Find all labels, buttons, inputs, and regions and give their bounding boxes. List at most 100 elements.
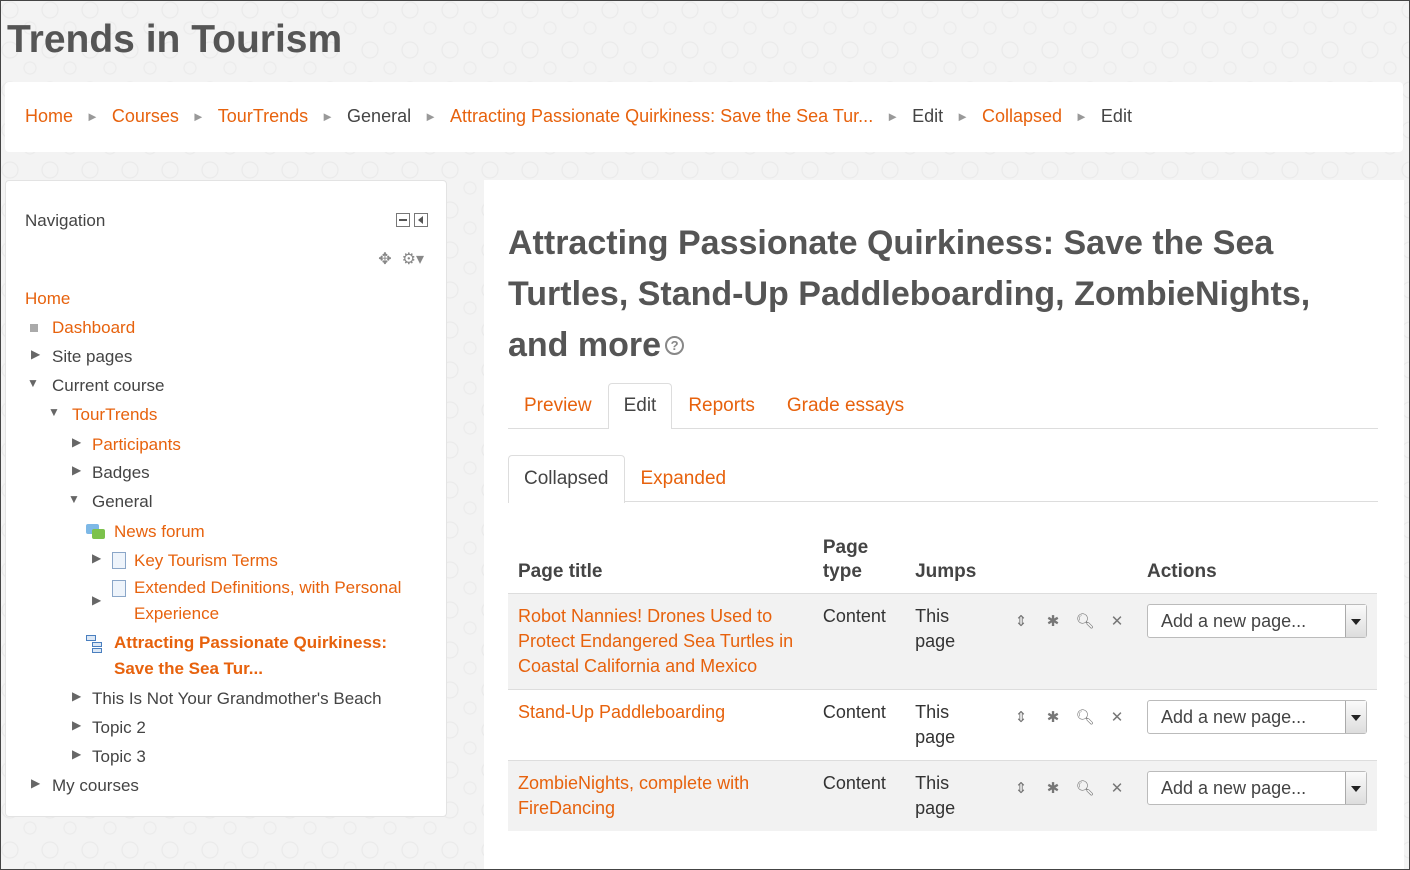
nav-item-general[interactable]: ▼ General [68,492,152,512]
expand-arrow-icon[interactable]: ▶ [31,347,52,361]
expand-arrow-icon[interactable]: ▶ [92,593,112,607]
collapse-arrow-icon[interactable]: ▼ [68,492,92,506]
page-title-link[interactable]: Robot Nannies! Drones Used to [518,606,772,626]
breadcrumb-general: General [347,106,412,126]
expand-arrow-icon[interactable]: ▶ [31,776,52,790]
expand-arrow-icon[interactable]: ▶ [72,463,92,477]
add-page-select[interactable]: Add a new page... [1147,700,1367,734]
nav-item-grandmothers-beach[interactable]: ▶ This Is Not Your Grandmother's Beach [72,689,382,709]
nav-item-participants[interactable]: ▶ Participants [72,435,181,455]
tab-expanded[interactable]: Expanded [625,455,743,502]
nav-item-site-pages[interactable]: ▶ Site pages [31,347,132,367]
dock-block-icon[interactable] [414,213,428,227]
table-row: ZombieNights, complete with FireDancing … [508,760,1377,832]
gear-menu-icon[interactable]: ⚙▾ [402,249,424,269]
settings-icon[interactable]: ✱ [1043,705,1063,730]
breadcrumb-tourtrends[interactable]: TourTrends [218,106,308,127]
page-title-link[interactable]: ZombieNights, complete with [518,773,749,793]
breadcrumb-separator-icon: ► [886,109,900,124]
minimize-block-icon[interactable] [396,213,410,227]
page-title-link[interactable]: Stand-Up Paddleboarding [518,702,725,722]
breadcrumb-lesson[interactable]: Attracting Passionate Quirkiness: Save t… [450,106,873,127]
preview-icon[interactable]: 🔍︎ [1075,776,1095,801]
move-page-icon[interactable]: ⇕ [1011,776,1031,801]
glossary-icon [112,580,126,597]
page-type-cell: Content [822,702,886,722]
breadcrumb-separator-icon: ► [191,109,205,124]
breadcrumb-separator-icon: ► [424,109,437,124]
tab-edit[interactable]: Edit [607,383,673,429]
jumps-cell: This page [915,773,956,818]
collapse-arrow-icon[interactable]: ▼ [27,376,52,390]
dropdown-arrow-icon[interactable] [1345,772,1366,804]
tab-preview[interactable]: Preview [508,383,608,428]
tab-collapsed[interactable]: Collapsed [508,455,625,503]
page-title-link[interactable]: Protect Endangered Sea Turtles in [518,631,793,651]
nav-item-key-terms[interactable]: ▶ Key Tourism Terms [92,551,278,571]
tab-grade-essays[interactable]: Grade essays [771,383,920,428]
move-page-icon[interactable]: ⇕ [1011,609,1031,634]
tab-reports[interactable]: Reports [672,383,771,428]
table-row: Stand-Up Paddleboarding Content This page… [508,689,1377,761]
help-icon[interactable]: ? [665,335,685,355]
page-title-link[interactable]: FireDancing [518,798,615,818]
pages-table: Page title Page type Jumps Actions Robot … [508,532,1377,831]
move-icon[interactable]: ✥ [378,249,391,269]
nav-item-tourtrends[interactable]: ▼ TourTrends [48,405,157,425]
breadcrumb-bar: Home ► Courses ► TourTrends ► General ► … [5,82,1403,152]
move-page-icon[interactable]: ⇕ [1011,705,1031,730]
delete-icon[interactable]: ✕ [1107,776,1127,801]
expand-arrow-icon[interactable]: ▶ [72,689,92,703]
table-row: Robot Nannies! Drones Used to Protect En… [508,593,1377,690]
navigation-block: Navigation ✥ ⚙▾ Home Dashboard ▶ Site pag… [5,180,447,817]
nav-item-home[interactable]: Home [25,289,70,309]
dropdown-arrow-icon[interactable] [1345,605,1366,637]
nav-item-topic-3[interactable]: ▶ Topic 3 [72,747,146,767]
site-title: Trends in Tourism [7,18,343,61]
settings-icon[interactable]: ✱ [1043,609,1063,634]
page-title-cell: Stand-Up Paddleboarding [508,690,813,761]
settings-icon[interactable]: ✱ [1043,776,1063,801]
header-page-type: Page type [822,537,869,582]
bullet-icon [30,324,38,332]
expand-arrow-icon[interactable]: ▶ [72,435,92,449]
block-controls [396,213,428,227]
header-jumps: Jumps [915,561,977,582]
jumps-cell: This page [915,606,956,651]
preview-icon[interactable]: 🔍︎ [1075,609,1095,634]
table-header-row: Page title Page type Jumps Actions [508,532,1377,594]
nav-item-my-courses[interactable]: ▶ My courses [31,776,139,796]
delete-icon[interactable]: ✕ [1107,705,1127,730]
action-icons-cell: ⇕ ✱ 🔍︎ ✕ [1001,690,1137,761]
breadcrumb-courses[interactable]: Courses [112,106,179,127]
breadcrumb-home[interactable]: Home [25,106,73,127]
nav-item-news-forum[interactable]: News forum [86,522,205,542]
nav-item-current-lesson[interactable]: Attracting Passionate Quirkiness: Save t… [86,633,387,682]
block-tools: ✥ ⚙▾ [378,249,424,269]
delete-icon[interactable]: ✕ [1107,609,1127,634]
expand-arrow-icon[interactable]: ▶ [72,747,92,761]
collapse-arrow-icon[interactable]: ▼ [48,405,72,419]
page-title-cell: Robot Nannies! Drones Used to Protect En… [508,594,813,690]
primary-tabs: Preview Edit Reports Grade essays [508,383,1378,429]
header-actions: Actions [1147,561,1217,582]
nav-item-dashboard[interactable]: Dashboard [30,318,135,338]
preview-icon[interactable]: 🔍︎ [1075,705,1095,730]
page-title-cell: ZombieNights, complete with FireDancing [508,761,813,832]
expand-arrow-icon[interactable]: ▶ [92,551,112,565]
page-title-link[interactable]: Coastal California and Mexico [518,656,757,676]
nav-item-badges[interactable]: ▶ Badges [72,463,150,483]
expand-arrow-icon[interactable]: ▶ [72,718,92,732]
add-page-cell: Add a new page... [1137,761,1377,832]
add-page-select[interactable]: Add a new page... [1147,604,1367,638]
nav-item-topic-2[interactable]: ▶ Topic 2 [72,718,146,738]
jumps-cell: This page [915,702,956,747]
action-icons-cell: ⇕ ✱ 🔍︎ ✕ [1001,761,1137,832]
add-page-select[interactable]: Add a new page... [1147,771,1367,805]
page-type-cell: Content [822,606,886,626]
breadcrumb-collapsed[interactable]: Collapsed [982,106,1062,127]
page-heading: Attracting Passionate Quirkiness: Save t… [508,224,1311,364]
nav-item-extended-definitions[interactable]: ▶ Extended Definitions, with Personal Ex… [92,578,401,627]
dropdown-arrow-icon[interactable] [1345,701,1366,733]
nav-item-current-course[interactable]: ▼ Current course [27,376,164,396]
